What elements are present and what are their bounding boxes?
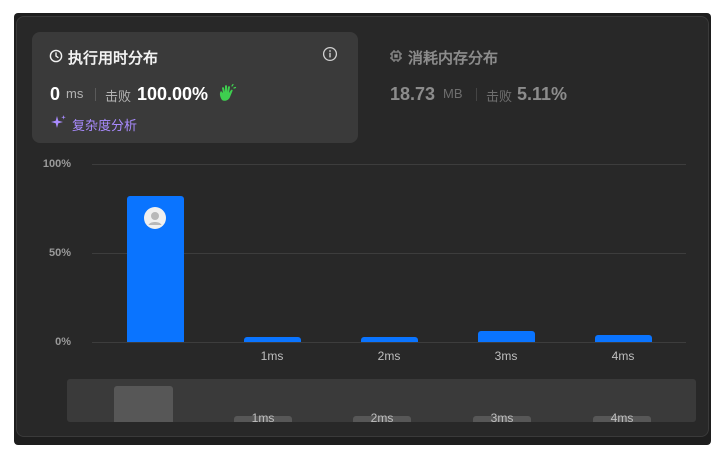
x-tick-label: 4ms xyxy=(611,349,635,363)
memory-separator xyxy=(476,88,477,101)
memory-title[interactable]: 消耗内存分布 xyxy=(408,47,498,68)
memory-unit: MB xyxy=(443,86,463,101)
clap-icon xyxy=(219,83,237,101)
runtime-separator xyxy=(95,88,96,101)
y-tick-label: 100% xyxy=(42,158,71,170)
complexity-analysis-link[interactable]: 复杂度分析 xyxy=(72,115,137,134)
navigator-label: 4ms xyxy=(610,411,634,425)
bar-1ms[interactable] xyxy=(243,336,301,342)
memory-value: 18.73 xyxy=(390,84,436,104)
clock-icon xyxy=(49,49,63,63)
bar-3ms[interactable] xyxy=(477,331,535,342)
sparkle-icon[interactable] xyxy=(50,114,67,131)
y-tick-label: 0% xyxy=(55,336,71,348)
gridline xyxy=(92,342,686,343)
avatar xyxy=(144,207,166,230)
runtime-title: 执行用时分布 xyxy=(68,50,159,67)
memory-beats-label: 击败 xyxy=(486,89,513,104)
chip-icon xyxy=(390,50,402,62)
runtime-unit: ms xyxy=(66,86,84,101)
info-icon[interactable] xyxy=(322,46,338,62)
runtime-value: 0 xyxy=(50,84,61,104)
x-tick-label: 1ms xyxy=(260,349,284,363)
runtime-beats-label: 击败 xyxy=(105,89,132,104)
memory-beats-percent: 5.11% xyxy=(517,84,568,104)
runtime-beats-percent: 100.00% xyxy=(137,84,209,104)
navigator-bar xyxy=(114,386,173,422)
gridline xyxy=(92,164,686,165)
navigator-label: 2ms xyxy=(370,411,394,425)
navigator-label: 1ms xyxy=(251,411,275,425)
user-icon xyxy=(144,207,166,230)
bar-4ms[interactable] xyxy=(594,334,652,342)
x-tick-label: 2ms xyxy=(377,349,401,363)
y-tick-label: 50% xyxy=(48,247,71,259)
bar-2ms[interactable] xyxy=(360,336,418,342)
navigator-label: 3ms xyxy=(490,411,514,425)
x-tick-label: 3ms xyxy=(494,349,518,363)
